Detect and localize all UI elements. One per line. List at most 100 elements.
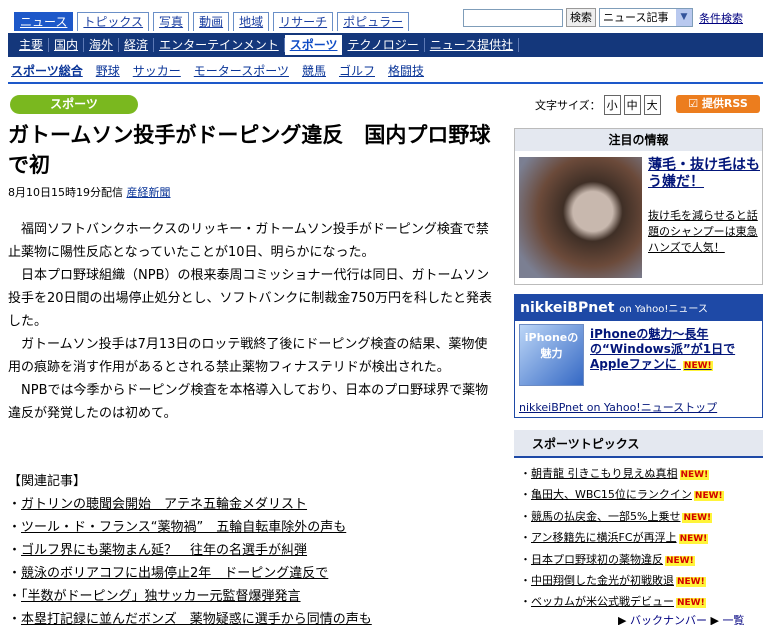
related-title: 【関連記事】 bbox=[8, 474, 87, 489]
nav-overseas[interactable]: 海外 bbox=[84, 38, 120, 52]
nav-domestic[interactable]: 国内 bbox=[49, 38, 85, 52]
nav-entertainment[interactable]: エンターテインメント bbox=[154, 38, 285, 52]
topics-header-label: スポーツトピックス bbox=[532, 437, 640, 451]
back-number-nav: ▶ バックナンバー ▶ 一覧 bbox=[618, 612, 744, 625]
nav-main[interactable]: 主要 bbox=[14, 38, 50, 52]
topic-link[interactable]: 競馬の払戻金、一部5%上乗せ bbox=[531, 510, 680, 523]
search-scope-value: ニュース記事 bbox=[603, 11, 669, 24]
notice-header: 注目の情報 bbox=[515, 129, 762, 151]
related-link[interactable]: 競泳のボリアコフに出場停止2年 ドーピング違反で bbox=[21, 566, 328, 581]
search-button[interactable]: 検索 bbox=[566, 8, 596, 27]
nav-technology[interactable]: テクノロジー bbox=[342, 38, 425, 52]
related-item: ・ゴルフ界にも薬物まん延？ 往年の名選手が糾弾 bbox=[8, 543, 308, 558]
subnav-horse-racing[interactable]: 競馬 bbox=[302, 62, 326, 79]
top-tabs: ニュース トピックス 写真 動画 地域 リサーチ ポピュラー bbox=[14, 12, 410, 32]
subnav-golf[interactable]: ゴルフ bbox=[339, 62, 375, 79]
topic-item: ・アン移籍先に横浜FCが再浮上 NEW! bbox=[520, 531, 709, 545]
topics-list: ・朝青龍 引きこもり見えぬ真相 NEW! ・亀田大、WBC15位にランクイン NEW… bbox=[520, 464, 765, 614]
topic-item: ・競馬の払戻金、一部5%上乗せ NEW! bbox=[520, 509, 713, 523]
new-badge: NEW! bbox=[678, 534, 709, 545]
new-badge: NEW! bbox=[676, 598, 706, 609]
related-item: ・「半数がドーピング」独サッカー元監督爆弾発言 bbox=[8, 589, 301, 604]
topic-link[interactable]: アン移籍先に横浜FCが再浮上 bbox=[531, 531, 677, 544]
new-badge: NEW! bbox=[679, 470, 710, 480]
arrow-right-icon: ▶ bbox=[618, 614, 627, 625]
related-link[interactable]: ゴルフ界にも薬物まん延？ 往年の名選手が糾弾 bbox=[21, 543, 307, 558]
font-size-medium-button[interactable]: 中 bbox=[623, 95, 641, 115]
sports-subnav: スポーツ総合 野球 サッカー モータースポーツ 競馬 ゴルフ 格闘技 bbox=[8, 58, 763, 84]
iphone-thumbnail[interactable]: iPhoneの魅力 bbox=[519, 324, 584, 386]
tab-photo[interactable]: 写真 bbox=[153, 12, 190, 31]
topic-item: ・中田翔倒した金光が初戦敗退 NEW! bbox=[520, 574, 706, 588]
nikkeibp-article-text: iPhoneの魅力～長年の“Windows派”が1日でAppleファンに bbox=[590, 327, 736, 371]
tab-video[interactable]: 動画 bbox=[193, 12, 230, 31]
topic-link[interactable]: 中田翔倒した金光が初戦敗退 bbox=[531, 574, 674, 587]
topic-link[interactable]: 亀田大、WBC15位にランクイン bbox=[531, 488, 692, 501]
chevron-down-icon: ▼ bbox=[676, 9, 692, 26]
nav-sports[interactable]: スポーツ bbox=[284, 35, 343, 55]
font-size-label: 文字サイズ： bbox=[535, 99, 601, 112]
rss-icon: ☑ bbox=[688, 97, 702, 110]
new-badge: NEW! bbox=[682, 512, 713, 523]
article-paragraph: ガトームソン投手は7月13日のロッテ戦終了後にドーピング検査の結果、薬物使用の痕… bbox=[8, 337, 488, 375]
subnav-martial-arts[interactable]: 格闘技 bbox=[388, 62, 424, 79]
font-size-small-button[interactable]: 小 bbox=[603, 95, 621, 115]
topic-link[interactable]: 日本プロ野球初の薬物違反 bbox=[531, 553, 663, 566]
tab-news[interactable]: ニュース bbox=[14, 12, 74, 31]
rss-button[interactable]: ☑ 提供RSS bbox=[676, 95, 760, 113]
related-articles: 【関連記事】 ・ガトリンの聴聞会開始 アテネ五輪金メダリスト ・ツール・ド・フラ… bbox=[8, 470, 503, 625]
topic-link[interactable]: 朝青龍 引きこもり見えぬ真相 bbox=[531, 467, 678, 480]
topic-item: ・朝青龍 引きこもり見えぬ真相 NEW! bbox=[520, 467, 710, 480]
related-link[interactable]: ツール・ド・フランス“薬物禍” 五輪自転車除外の声も bbox=[21, 520, 346, 535]
subnav-baseball[interactable]: 野球 bbox=[96, 62, 120, 79]
tab-topics[interactable]: トピックス bbox=[77, 12, 150, 31]
notice-title-link[interactable]: 薄毛・抜け毛はもう嫌だ！ bbox=[648, 157, 760, 191]
topic-item: ・ベッカムが米公式戦デビュー NEW! bbox=[520, 595, 706, 609]
nikkeibp-logo: nikkeiBPnet bbox=[520, 300, 615, 316]
related-link[interactable]: 本塁打記録に並んだボンズ 薬物疑惑に選手から同情の声も bbox=[21, 612, 372, 625]
section-badge: スポーツ bbox=[10, 95, 138, 114]
subnav-motorsports[interactable]: モータースポーツ bbox=[194, 62, 289, 79]
tab-research[interactable]: リサーチ bbox=[273, 12, 334, 31]
rss-label: 提供RSS bbox=[701, 97, 748, 110]
new-badge: NEW! bbox=[676, 577, 706, 588]
nikkeibp-header: nikkeiBPnet on Yahoo!ニュース bbox=[515, 295, 762, 321]
nikkeibp-top-link[interactable]: nikkeiBPnet on Yahoo!ニューストップ bbox=[519, 399, 717, 415]
article-date: 8月10日15時19分配信 bbox=[8, 186, 123, 199]
font-size-large-button[interactable]: 大 bbox=[643, 95, 661, 115]
nav-economy[interactable]: 経済 bbox=[119, 38, 155, 52]
back-number-link[interactable]: バックナンバー bbox=[630, 614, 707, 625]
related-link[interactable]: ガトリンの聴聞会開始 アテネ五輪金メダリスト bbox=[21, 497, 307, 512]
search-box: 検索 ニュース記事 ▼ 条件検索 bbox=[463, 8, 743, 27]
notice-photo[interactable] bbox=[519, 157, 642, 278]
new-badge: NEW! bbox=[693, 491, 724, 502]
related-link[interactable]: 「半数がドーピング」独サッカー元監督爆弾発言 bbox=[21, 589, 301, 604]
font-size-control: 文字サイズ： 小 中 大 bbox=[535, 95, 661, 115]
all-list-link[interactable]: 一覧 bbox=[722, 614, 744, 625]
tab-popular[interactable]: ポピュラー bbox=[337, 12, 410, 31]
topic-link[interactable]: ベッカムが米公式戦デビュー bbox=[531, 595, 674, 608]
subnav-sports-general[interactable]: スポーツ総合 bbox=[11, 62, 83, 79]
related-item: ・ガトリンの聴聞会開始 アテネ五輪金メダリスト bbox=[8, 497, 308, 512]
related-item: ・本塁打記録に並んだボンズ 薬物疑惑に選手から同情の声も bbox=[8, 612, 372, 625]
search-scope-select[interactable]: ニュース記事 ▼ bbox=[599, 8, 693, 27]
topic-item: ・亀田大、WBC15位にランクイン NEW! bbox=[520, 488, 724, 502]
category-nav: 主要 国内 海外 経済 エンターテインメント スポーツ テクノロジー ニュース提… bbox=[8, 33, 763, 57]
related-item: ・競泳のボリアコフに出場停止2年 ドーピング違反で bbox=[8, 566, 329, 581]
article-paragraph: NPBでは今季からドーピング検査を本格導入しており、日本のプロ野球界で薬物違反が… bbox=[8, 383, 489, 421]
article-source-link[interactable]: 産経新聞 bbox=[127, 186, 171, 199]
nav-providers[interactable]: ニュース提供社 bbox=[425, 38, 520, 52]
tab-region[interactable]: 地域 bbox=[233, 12, 270, 31]
topics-header: スポーツトピックス bbox=[514, 430, 763, 458]
notice-text-link[interactable]: 抜け毛を減らせると話題のシャンプーは東急ハンズで人気！ bbox=[648, 208, 760, 256]
article-headline: ガトームソン投手がドーピング違反 国内プロ野球で初 bbox=[8, 123, 491, 177]
advanced-search-link[interactable]: 条件検索 bbox=[699, 10, 743, 26]
new-badge: NEW! bbox=[665, 555, 695, 566]
article-dateline: 8月10日15時19分配信 産経新聞 bbox=[8, 184, 171, 200]
subnav-soccer[interactable]: サッカー bbox=[133, 62, 181, 79]
article-paragraph: 福岡ソフトバンクホークスのリッキー・ガトームソン投手がドーピング検査で禁止薬物に… bbox=[8, 222, 489, 260]
nikkeibp-article-link[interactable]: iPhoneの魅力～長年の“Windows派”が1日でAppleファンに NEW… bbox=[590, 327, 760, 374]
article-body: 福岡ソフトバンクホークスのリッキー・ガトームソン投手がドーピング検査で禁止薬物に… bbox=[8, 218, 500, 425]
search-input[interactable] bbox=[463, 8, 563, 27]
new-badge: NEW! bbox=[682, 361, 713, 371]
